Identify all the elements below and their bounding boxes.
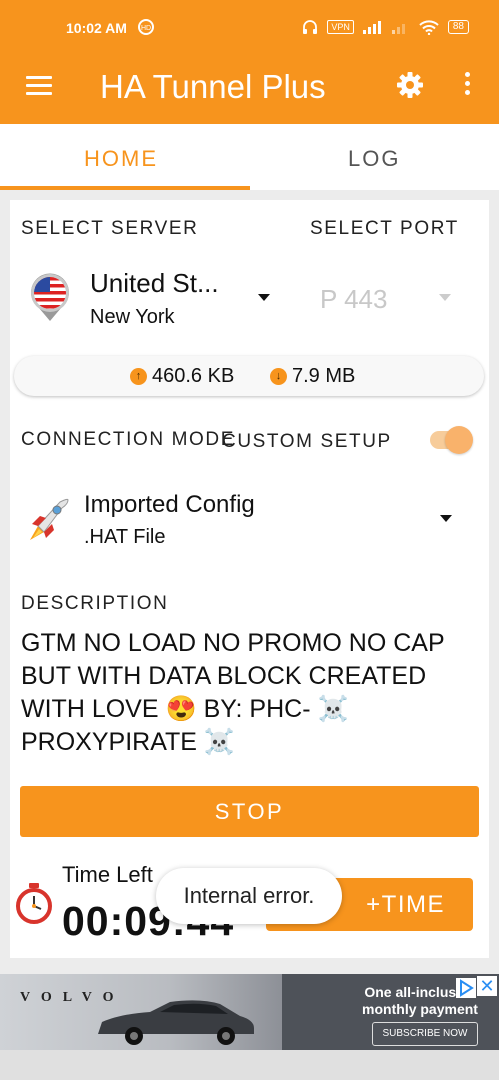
status-icons: VPN 88 <box>302 19 469 35</box>
config-name[interactable]: Imported Config <box>84 491 255 519</box>
port-value[interactable]: P 443 <box>320 284 387 315</box>
server-name[interactable]: United St... <box>90 268 219 299</box>
select-port-label: SELECT PORT <box>310 218 459 239</box>
skull-emoji-icon-2: ☠️ <box>203 728 236 756</box>
upload-value: 460.6 KB <box>152 365 235 387</box>
data-usage-pill: ↑ 460.6 KB ↓ 7.9 MB <box>14 356 484 396</box>
description-line-3: WITH LOVE 😍 BY: PHC- ☠️ <box>21 693 471 726</box>
system-nav-bar <box>0 1050 499 1080</box>
config-type: .HAT File <box>84 526 166 548</box>
love-emoji-icon: 😍 <box>165 695 197 723</box>
car-image-icon <box>98 1000 254 1045</box>
connection-mode-label: CONNECTION MODE <box>21 429 235 450</box>
headphones-icon <box>303 20 318 34</box>
description-line-3b: BY: PHC- <box>203 695 311 723</box>
port-dropdown-icon[interactable] <box>439 294 451 301</box>
signal-2-icon <box>391 23 405 34</box>
description-label: DESCRIPTION <box>21 593 169 614</box>
description-line-4: PROXYPIRATE ☠️ <box>21 728 236 756</box>
custom-setup-label: CUSTOM SETUP <box>222 431 392 452</box>
battery-icon: 88 <box>447 20 469 34</box>
overflow-menu-icon[interactable] <box>462 72 472 98</box>
skull-emoji-icon: ☠️ <box>317 695 349 723</box>
rocket-icon <box>30 498 69 540</box>
vpn-icon: VPN <box>327 20 354 34</box>
ad-choices-icon[interactable] <box>456 978 476 998</box>
description-text: GTM NO LOAD NO PROMO NO CAP BUT WITH DAT… <box>21 627 471 759</box>
description-line-1: GTM NO LOAD NO PROMO NO CAP <box>21 629 445 657</box>
tab-log[interactable]: LOG <box>348 146 400 172</box>
app-title: HA Tunnel Plus <box>100 68 326 105</box>
settings-gear-icon[interactable] <box>395 70 425 100</box>
ad-subscribe-button[interactable]: SUBSCRIBE NOW <box>372 1022 478 1046</box>
ad-banner[interactable]: VOLVO One all-inclusive monthly payment … <box>0 974 499 1050</box>
description-line-3a: WITH LOVE <box>21 695 159 723</box>
upload-usage: ↑ 460.6 KB <box>130 365 234 388</box>
status-bar: 10:02 AM HD VPN 88 <box>0 0 499 60</box>
download-usage: ↓ 7.9 MB <box>270 365 355 388</box>
status-time: 10:02 AM <box>66 20 127 36</box>
download-value: 7.9 MB <box>292 365 356 387</box>
wifi-icon <box>419 19 439 35</box>
time-left-label: Time Left <box>62 862 153 887</box>
tab-home[interactable]: HOME <box>84 146 158 172</box>
description-line-2: BUT WITH DATA BLOCK CREATED <box>21 662 427 690</box>
server-dropdown-icon[interactable] <box>258 294 270 301</box>
hd-badge-icon: HD <box>138 19 154 35</box>
config-dropdown-icon[interactable] <box>440 515 452 522</box>
ad-close-icon[interactable]: ✕ <box>477 976 497 996</box>
upload-arrow-icon: ↑ <box>130 368 147 385</box>
us-flag-pin-icon[interactable] <box>28 270 72 322</box>
stop-button[interactable]: STOP <box>20 786 479 837</box>
server-city: New York <box>90 306 175 328</box>
error-toast: Internal error. <box>156 868 342 924</box>
menu-icon[interactable] <box>26 76 52 96</box>
tab-indicator <box>0 186 250 190</box>
select-server-label: SELECT SERVER <box>21 218 199 239</box>
tab-bar: HOME LOG <box>0 124 499 190</box>
custom-setup-toggle-knob[interactable] <box>445 426 473 454</box>
signal-icon <box>362 20 381 34</box>
main-card <box>10 200 489 958</box>
download-arrow-icon: ↓ <box>270 368 287 385</box>
stopwatch-icon <box>16 883 52 924</box>
